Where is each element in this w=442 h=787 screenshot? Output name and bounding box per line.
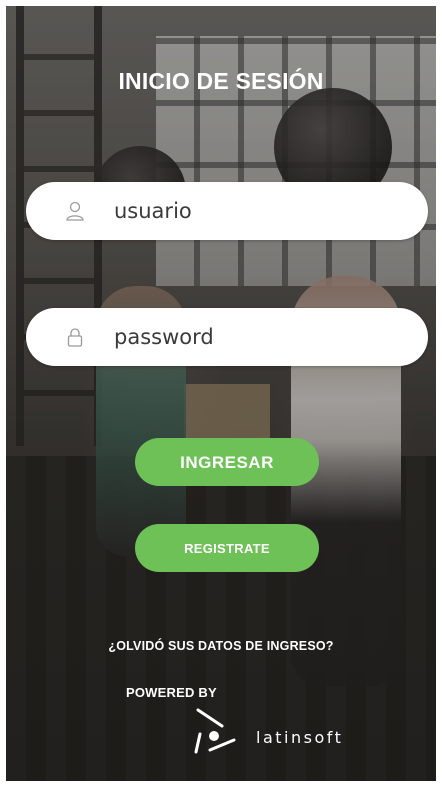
brand-name: latinsoft <box>256 728 344 747</box>
username-field[interactable] <box>26 182 428 240</box>
lock-icon <box>67 328 83 347</box>
powered-by-label: POWERED BY <box>126 685 217 700</box>
forgot-credentials-link[interactable]: ¿OLVIDÓ SUS DATOS DE INGRESO? <box>6 639 436 653</box>
password-field[interactable] <box>26 308 428 366</box>
username-input[interactable] <box>114 192 404 230</box>
login-screen: INICIO DE SESIÓN INGRESAR REGISTRATE ¿OL… <box>6 6 436 781</box>
login-button[interactable]: INGRESAR <box>135 438 319 486</box>
background-overlay <box>6 6 436 781</box>
password-input[interactable] <box>114 318 404 356</box>
user-icon <box>66 201 84 221</box>
latinsoft-logo-icon <box>194 708 236 754</box>
register-button[interactable]: REGISTRATE <box>135 524 319 572</box>
page-title: INICIO DE SESIÓN <box>118 68 324 94</box>
